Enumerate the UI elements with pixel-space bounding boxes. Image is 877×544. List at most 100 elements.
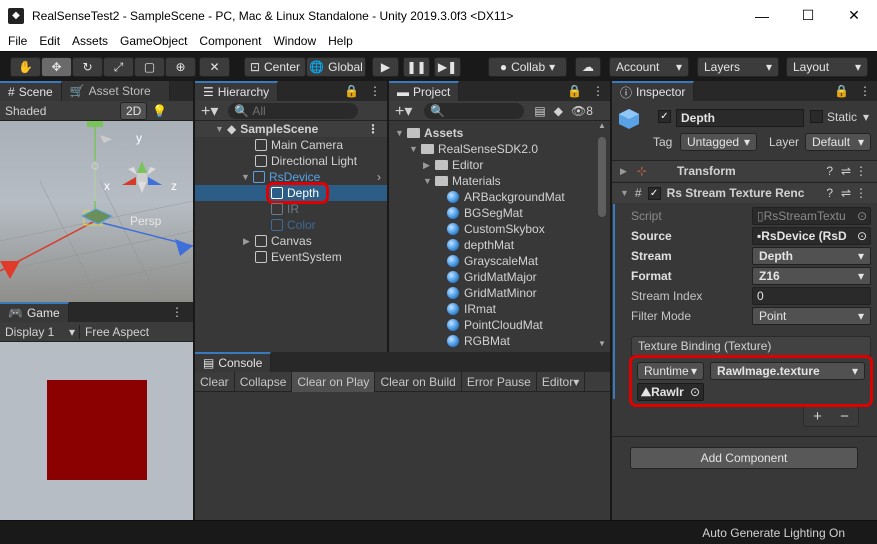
tab-game[interactable]: 🎮 Game <box>0 302 69 322</box>
hierarchy-item-color[interactable]: Color <box>195 217 316 233</box>
cloud-icon[interactable]: ☁ <box>575 57 601 77</box>
presets-icon[interactable]: ⇌ <box>841 186 851 200</box>
material-item[interactable]: GridMatMajor <box>389 269 537 285</box>
filter-type-icon[interactable]: ▤ <box>534 104 545 118</box>
project-item-sdk[interactable]: ▼ RealSenseSDK2.0 <box>389 141 538 157</box>
material-item[interactable]: GrayscaleMat <box>389 253 538 269</box>
pivot-global-button[interactable]: 🌐 Global <box>306 57 366 77</box>
active-checkbox[interactable]: ✓ <box>658 110 671 123</box>
pause-button[interactable]: ❚❚ <box>403 57 430 77</box>
kebab-menu-icon[interactable]: ⋮ <box>161 302 193 322</box>
remove-event-button[interactable]: − <box>840 408 849 425</box>
play-button[interactable]: ▶ <box>372 57 399 77</box>
close-button[interactable]: ✕ <box>831 0 877 31</box>
chevron-down-icon[interactable]: ▾ <box>863 110 869 124</box>
menu-file[interactable]: File <box>0 34 33 48</box>
add-event-button[interactable]: + <box>813 408 822 425</box>
scale-tool-icon[interactable]: ⤢ <box>103 57 134 77</box>
label-icon[interactable]: ◆ <box>554 104 563 118</box>
material-item[interactable]: GridMatMinor <box>389 285 537 301</box>
hierarchy-item-ir[interactable]: IR <box>195 201 299 217</box>
hierarchy-item-canvas[interactable]: ▶ Canvas <box>195 233 312 249</box>
tab-hierarchy[interactable]: ☰ Hierarchy <box>195 81 279 101</box>
hierarchy-search-input[interactable]: 🔍 All <box>228 102 359 119</box>
add-component-button[interactable]: Add Component <box>630 447 858 469</box>
hierarchy-item-directional-light[interactable]: Directional Light <box>195 153 357 169</box>
object-name-field[interactable]: Depth <box>676 109 804 127</box>
hierarchy-item-main-camera[interactable]: Main Camera <box>195 137 343 153</box>
material-item[interactable]: depthMat <box>389 237 514 253</box>
scene-root-row[interactable]: ▼ ◆ SampleScene ⋮ <box>195 121 387 137</box>
kebab-menu-icon[interactable]: ⋮ <box>586 81 610 101</box>
collab-button[interactable]: ● Collab ▾ <box>488 57 567 77</box>
kebab-menu-icon[interactable]: ⋮ <box>853 81 877 101</box>
layer-dropdown[interactable]: Default ▾ <box>805 133 871 151</box>
transform-tool-icon[interactable]: ⊕ <box>165 57 196 77</box>
scroll-up-icon[interactable]: ▲ <box>598 121 606 130</box>
format-dropdown[interactable]: Z16 ▾ <box>752 267 871 285</box>
kebab-menu-icon[interactable]: ⋮ <box>855 164 867 178</box>
material-item[interactable]: RGBMat <box>389 333 510 349</box>
tag-dropdown[interactable]: Untagged ▾ <box>680 133 757 151</box>
scene-view[interactable]: y x z Persp <box>0 121 193 302</box>
lock-icon[interactable]: 🔒 <box>340 81 363 101</box>
error-pause-toggle[interactable]: Error Pause <box>462 371 537 392</box>
tab-scene[interactable]: # Scene <box>0 81 62 101</box>
aspect-dropdown[interactable]: Free Aspect <box>80 325 149 339</box>
material-item[interactable]: PointCloudMat <box>389 317 543 333</box>
material-item[interactable]: IRmat <box>389 301 496 317</box>
step-button[interactable]: ▶❚ <box>434 57 461 77</box>
layout-dropdown[interactable]: Layout ▾ <box>786 57 868 77</box>
stream-dropdown[interactable]: Depth ▾ <box>752 247 871 265</box>
menu-gameobject[interactable]: GameObject <box>114 34 193 48</box>
project-item-assets[interactable]: ▼ Assets <box>389 125 463 141</box>
menu-assets[interactable]: Assets <box>66 34 114 48</box>
material-item[interactable]: ARBackgroundMat <box>389 189 565 205</box>
help-icon[interactable]: ? <box>826 164 833 178</box>
lock-icon[interactable]: 🔒 <box>563 81 586 101</box>
project-item-editor[interactable]: ▶ Editor <box>389 157 483 173</box>
presets-icon[interactable]: ⇌ <box>841 164 851 178</box>
project-search-input[interactable]: 🔍 <box>424 102 525 119</box>
2d-toggle-button[interactable]: 2D <box>120 101 148 120</box>
rect-tool-icon[interactable]: ▢ <box>134 57 165 77</box>
tab-asset-store[interactable]: 🛒 Asset Store <box>61 81 170 101</box>
menu-help[interactable]: Help <box>322 34 359 48</box>
kebab-menu-icon[interactable]: ⋮ <box>855 186 867 200</box>
menu-component[interactable]: Component <box>193 34 267 48</box>
shading-mode-dropdown[interactable]: Shaded <box>0 104 120 118</box>
move-tool-icon[interactable]: ✥ <box>41 57 72 77</box>
rotate-tool-icon[interactable]: ↻ <box>72 57 103 77</box>
lock-icon[interactable]: 🔒 <box>830 81 853 101</box>
source-field[interactable]: ▪ RsDevice (RsD ⊙ <box>752 227 871 245</box>
hand-tool-icon[interactable]: ✋ <box>10 57 41 77</box>
object-picker-icon[interactable]: ⊙ <box>857 229 867 243</box>
clear-button[interactable]: Clear <box>195 371 235 392</box>
collapse-button[interactable]: Collapse <box>235 371 293 392</box>
display-dropdown[interactable]: Display 1 ▾ <box>0 324 80 339</box>
tab-inspector[interactable]: ⓘ Inspector <box>612 81 695 101</box>
project-scrollbar[interactable] <box>598 137 606 217</box>
layers-dropdown[interactable]: Layers ▾ <box>697 57 779 77</box>
menu-edit[interactable]: Edit <box>33 34 66 48</box>
clear-on-play-toggle[interactable]: Clear on Play <box>292 371 376 392</box>
persp-label[interactable]: Persp <box>130 214 161 228</box>
menu-window[interactable]: Window <box>267 34 322 48</box>
kebab-menu-icon[interactable]: ⋮ <box>363 81 387 101</box>
hierarchy-item-eventsystem[interactable]: EventSystem <box>195 249 342 265</box>
lighting-icon[interactable]: 💡 <box>152 104 167 118</box>
component-header[interactable]: ▼ # ✓ Rs Stream Texture Renc ? ⇌ ⋮ <box>612 182 877 203</box>
tab-console[interactable]: ▤ Console <box>195 352 272 372</box>
material-item[interactable]: CustomSkybox <box>389 221 545 237</box>
component-enabled-checkbox[interactable]: ✓ <box>647 186 661 200</box>
material-item[interactable]: BGSegMat <box>389 205 523 221</box>
add-icon[interactable]: +▾ <box>389 101 418 121</box>
minimize-button[interactable]: — <box>739 0 785 31</box>
tab-project[interactable]: ▬ Project <box>389 81 460 101</box>
maximize-button[interactable]: ☐ <box>785 0 831 31</box>
scroll-down-icon[interactable]: ▼ <box>598 339 606 348</box>
account-dropdown[interactable]: Account ▾ <box>609 57 689 77</box>
clear-on-build-toggle[interactable]: Clear on Build <box>375 371 462 392</box>
pivot-center-button[interactable]: ⊡ Center <box>244 57 306 77</box>
editor-dropdown[interactable]: Editor ▾ <box>537 371 586 392</box>
